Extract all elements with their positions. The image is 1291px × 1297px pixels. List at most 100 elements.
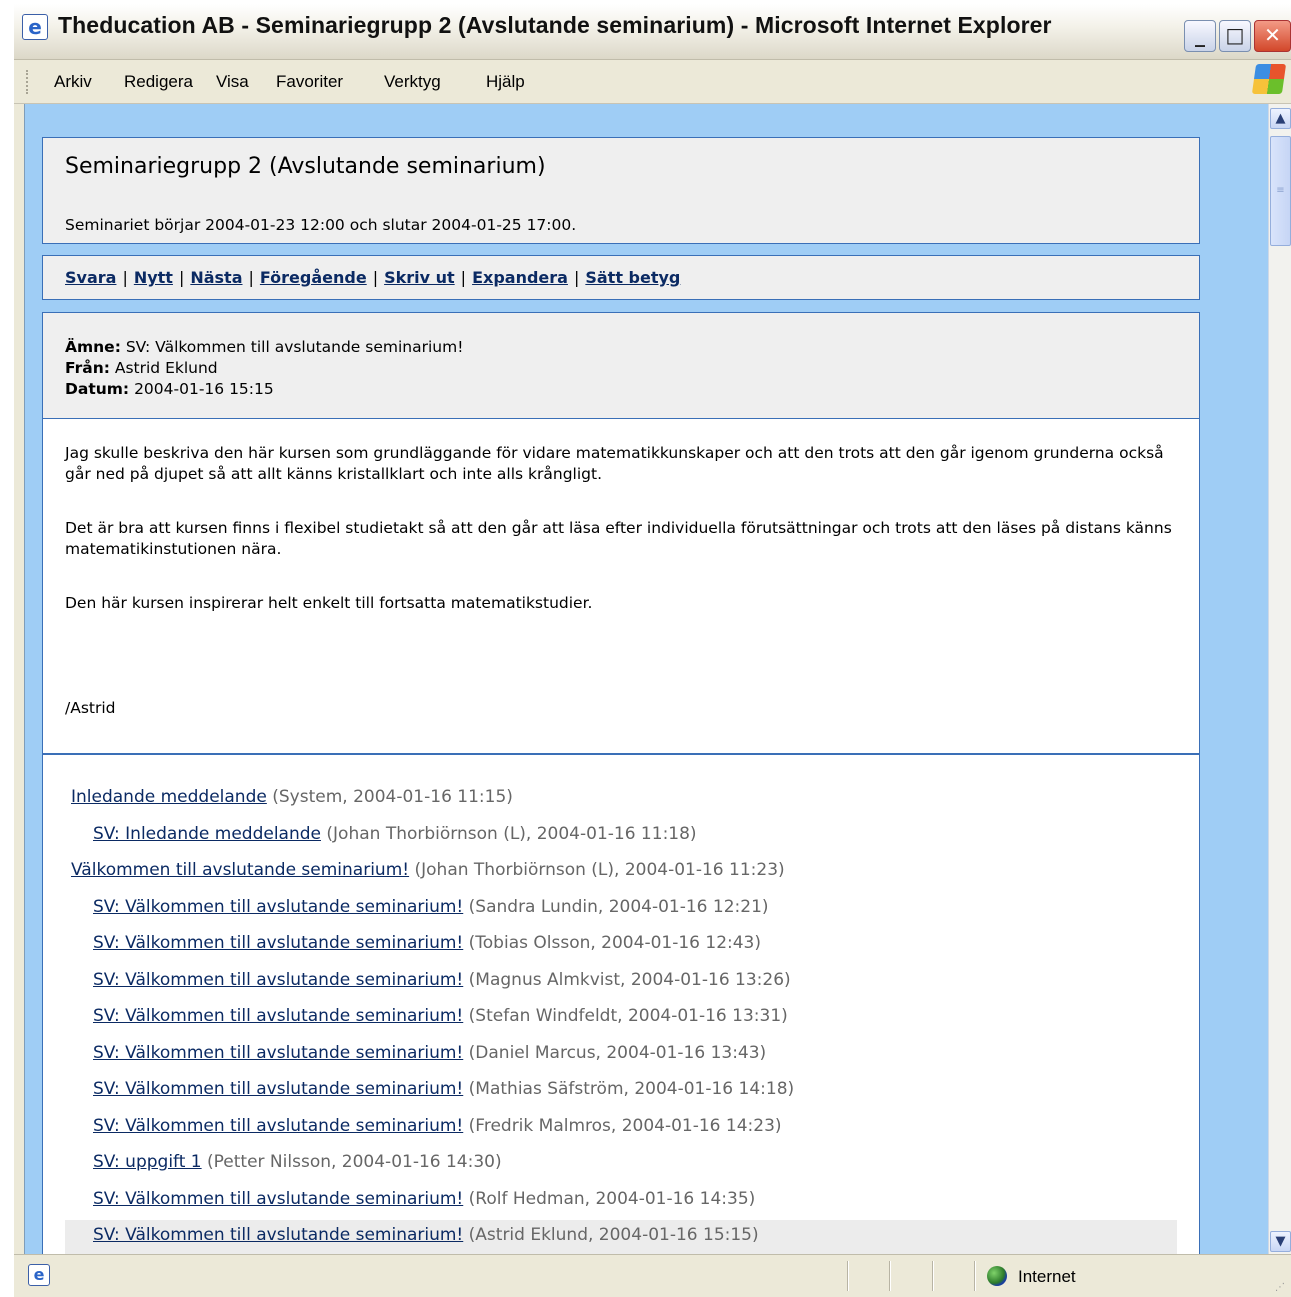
- scroll-up-icon[interactable]: ▲: [1270, 108, 1291, 129]
- windows-logo-icon: [1251, 64, 1287, 94]
- title-bar[interactable]: e Theducation AB - Seminariegrupp 2 (Avs…: [14, 4, 1291, 60]
- thread-row: SV: Välkommen till avslutande seminarium…: [43, 1074, 1199, 1111]
- thread-link[interactable]: SV: Välkommen till avslutande seminarium…: [93, 1225, 463, 1245]
- message-signature: /Astrid: [65, 699, 116, 717]
- nytt-link[interactable]: Nytt: [134, 268, 173, 287]
- status-separator: [974, 1261, 976, 1291]
- browser-window: e Theducation AB - Seminariegrupp 2 (Avs…: [14, 4, 1291, 1297]
- expandera-link[interactable]: Expandera: [472, 268, 568, 287]
- thread-info: (Astrid Eklund, 2004-01-16 15:15): [468, 1225, 759, 1245]
- menu-hjalp[interactable]: Hjälp: [486, 72, 525, 92]
- thread-link[interactable]: Inledande meddelande: [71, 787, 267, 807]
- nav-separator: |: [573, 268, 580, 287]
- message-meta: Ämne: SV: Välkommen till avslutande semi…: [65, 337, 463, 400]
- ie-page-icon: e: [28, 1264, 50, 1286]
- seminar-period: Seminariet börjar 2004-01-23 12:00 och s…: [65, 216, 577, 234]
- satt-betyg-link[interactable]: Sätt betyg: [585, 268, 680, 287]
- thread-row: SV: Välkommen till avslutande seminarium…: [43, 892, 1199, 929]
- from-value: Astrid Eklund: [114, 359, 218, 377]
- svara-link[interactable]: Svara: [65, 268, 116, 287]
- thread-row: SV: Välkommen till avslutande seminarium…: [43, 1184, 1199, 1221]
- thread-link[interactable]: Välkommen till avslutande seminarium!: [71, 860, 409, 880]
- from-row: Från: Astrid Eklund: [65, 358, 463, 379]
- message-body: Jag skulle beskriva den här kursen som g…: [65, 443, 1185, 647]
- menu-arkiv[interactable]: Arkiv: [54, 72, 92, 92]
- page-title: Seminariegrupp 2 (Avslutande seminarium): [65, 154, 546, 179]
- thread-link[interactable]: SV: uppgift 1: [93, 1152, 202, 1172]
- date-label: Datum:: [65, 380, 130, 398]
- close-button[interactable]: ✕: [1254, 20, 1291, 52]
- thread-link[interactable]: SV: Välkommen till avslutande seminarium…: [93, 970, 463, 990]
- menu-verktyg[interactable]: Verktyg: [384, 72, 441, 92]
- menu-grip[interactable]: [26, 70, 29, 94]
- ie-icon[interactable]: e: [22, 14, 48, 40]
- thread-link[interactable]: SV: Välkommen till avslutande seminarium…: [93, 1079, 463, 1099]
- status-separator: [889, 1261, 891, 1291]
- thread-link[interactable]: SV: Välkommen till avslutande seminarium…: [93, 1043, 463, 1063]
- menu-bar: Arkiv Redigera Visa Favoriter Verktyg Hj…: [14, 60, 1291, 104]
- thread-link[interactable]: SV: Välkommen till avslutande seminarium…: [93, 1189, 463, 1209]
- subject-label: Ämne:: [65, 338, 121, 356]
- message-paragraph: Det är bra att kursen finns i flexibel s…: [65, 519, 1172, 558]
- thread-info: (Tobias Olsson, 2004-01-16 12:43): [468, 933, 762, 953]
- date-row: Datum: 2004-01-16 15:15: [65, 379, 463, 400]
- nasta-link[interactable]: Nästa: [190, 268, 242, 287]
- subject-value: SV: Välkommen till avslutande seminarium…: [125, 338, 464, 356]
- subject-row: Ämne: SV: Välkommen till avslutande semi…: [65, 337, 463, 358]
- status-separator: [847, 1261, 849, 1291]
- from-label: Från:: [65, 359, 110, 377]
- message-paragraph: Den här kursen inspirerar helt enkelt ti…: [65, 594, 593, 612]
- thread-info: (Johan Thorbiörnson (L), 2004-01-16 11:2…: [414, 860, 785, 880]
- thread-info: (Sandra Lundin, 2004-01-16 12:21): [468, 896, 769, 917]
- scroll-down-icon[interactable]: ▼: [1270, 1231, 1291, 1252]
- thread-row: SV: Välkommen till avslutande seminarium…: [43, 1111, 1199, 1148]
- thread-info: (Magnus Almkvist, 2004-01-16 13:26): [468, 969, 791, 990]
- action-nav-panel: Svara | Nytt | Nästa | Föregående | Skriv ut | Exp…: [42, 255, 1200, 300]
- page-viewport: Seminariegrupp 2 (Avslutande seminarium)…: [24, 104, 1268, 1254]
- thread-row: SV: Välkommen till avslutande seminarium…: [43, 928, 1199, 965]
- status-bar: e Internet ⋰: [14, 1254, 1291, 1297]
- thread-info: (Daniel Marcus, 2004-01-16 13:43): [468, 1042, 767, 1063]
- nav-separator: |: [460, 268, 467, 287]
- thread-link[interactable]: SV: Välkommen till avslutande seminarium…: [93, 1006, 463, 1026]
- thread-link[interactable]: SV: Välkommen till avslutande seminarium…: [93, 897, 463, 917]
- thread-info: (Stefan Windfeldt, 2004-01-16 13:31): [468, 1006, 788, 1026]
- thread-info: (Petter Nilsson, 2004-01-16 14:30): [207, 1152, 502, 1172]
- thread-row: SV: Välkommen till avslutande seminarium…: [43, 1001, 1199, 1038]
- thread-link[interactable]: SV: Välkommen till avslutande seminarium…: [93, 1116, 463, 1136]
- thread-info: (System, 2004-01-16 11:15): [272, 787, 513, 807]
- thread-row: SV: Välkommen till avslutande seminarium…: [43, 965, 1199, 1002]
- scroll-thumb[interactable]: ≡: [1270, 136, 1291, 246]
- thread-list-panel: Inledande meddelande (System, 2004-01-16…: [42, 754, 1200, 1254]
- thread-info: (Rolf Hedman, 2004-01-16 14:35): [468, 1188, 756, 1209]
- action-nav: Svara | Nytt | Nästa | Föregående | Skriv ut | Exp…: [65, 268, 680, 287]
- menu-visa[interactable]: Visa: [216, 72, 249, 92]
- thread-info: (Mathias Säfström, 2004-01-16 14:18): [468, 1079, 795, 1099]
- maximize-button[interactable]: □: [1219, 20, 1251, 52]
- menu-favoriter[interactable]: Favoriter: [276, 72, 343, 92]
- thread-row: SV: Inledande meddelande (Johan Thorbiör…: [43, 819, 1199, 856]
- thread-row: SV: Välkommen till avslutande seminarium…: [43, 1038, 1199, 1075]
- foregaende-link[interactable]: Föregående: [260, 268, 367, 287]
- thread-row: Inledande meddelande (System, 2004-01-16…: [43, 782, 1199, 819]
- globe-icon: [987, 1266, 1007, 1286]
- date-value: 2004-01-16 15:15: [134, 380, 274, 398]
- nav-separator: |: [372, 268, 379, 287]
- thread-info: (Fredrik Malmros, 2004-01-16 14:23): [468, 1115, 782, 1136]
- nav-separator: |: [178, 268, 185, 287]
- thread-link[interactable]: SV: Välkommen till avslutande seminarium…: [93, 933, 463, 953]
- resize-grip-icon[interactable]: ⋰: [1275, 1282, 1285, 1293]
- nav-separator: |: [122, 268, 128, 287]
- window-title: Theducation AB - Seminariegrupp 2 (Avslu…: [58, 12, 1052, 38]
- thread-row: Välkommen till avslutande seminarium! (J…: [43, 855, 1199, 892]
- thread-list: Inledande meddelande (System, 2004-01-16…: [43, 782, 1199, 1254]
- nav-separator: |: [248, 268, 254, 287]
- thread-link[interactable]: SV: Inledande meddelande: [93, 824, 321, 844]
- menu-redigera[interactable]: Redigera: [124, 72, 193, 92]
- vertical-scrollbar[interactable]: ▲ ≡ ▼: [1268, 104, 1291, 1254]
- skriv-ut-link[interactable]: Skriv ut: [384, 268, 455, 287]
- minimize-button[interactable]: _: [1184, 20, 1216, 52]
- thread-row: SV: uppgift 1 (Petter Nilsson, 2004-01-1…: [43, 1147, 1199, 1184]
- message-header-panel: Ämne: SV: Välkommen till avslutande semi…: [42, 312, 1200, 419]
- thread-info: (Johan Thorbiörnson (L), 2004-01-16 11:1…: [326, 823, 697, 844]
